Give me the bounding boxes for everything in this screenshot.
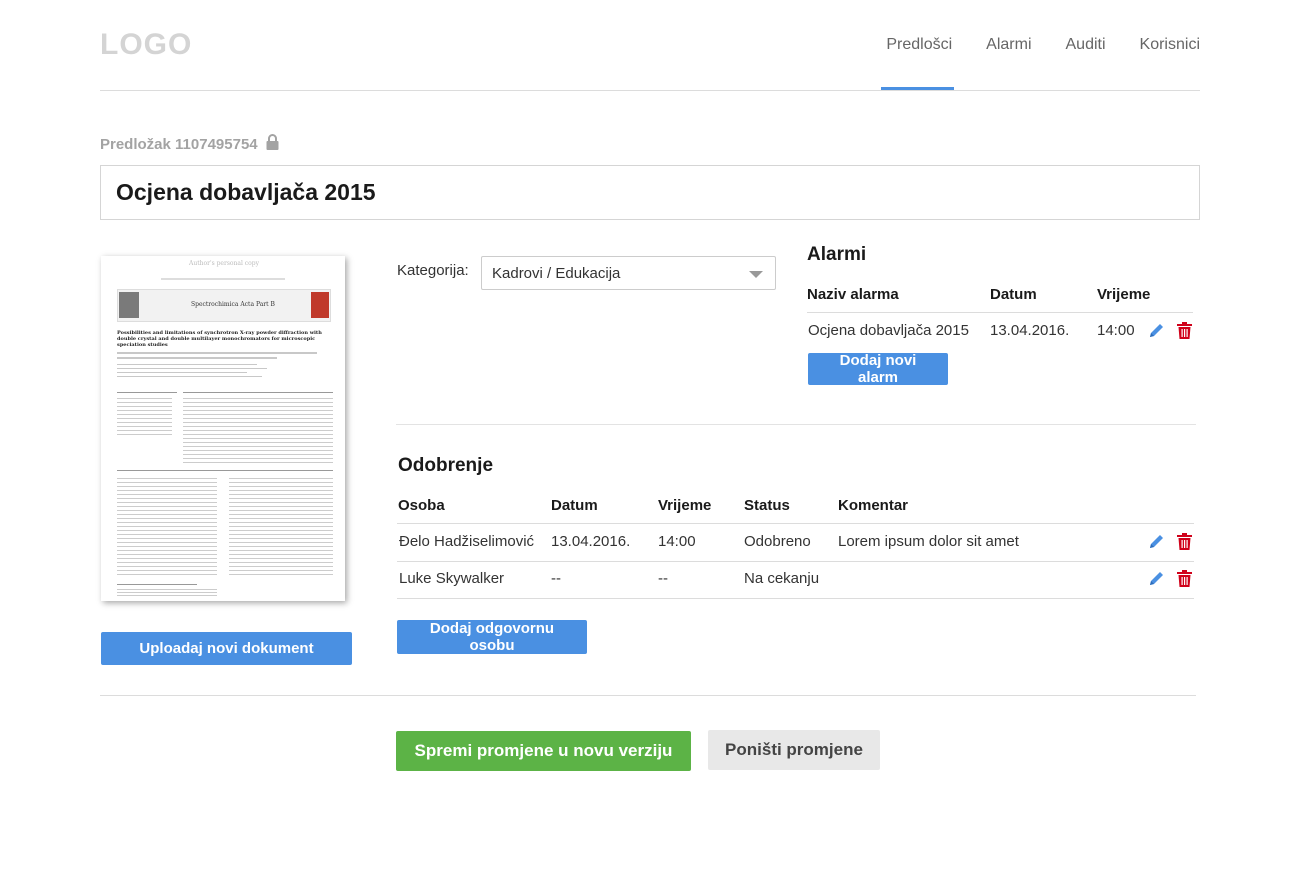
chevron-down-icon bbox=[749, 271, 763, 278]
template-id-label: Predložak 1107495754 bbox=[100, 135, 258, 153]
save-new-version-button[interactable]: Spremi promjene u novu verziju bbox=[396, 731, 691, 771]
approval-status: Na cekanju bbox=[744, 570, 820, 587]
nav-korisnici[interactable]: Korisnici bbox=[1140, 36, 1200, 54]
template-title-input[interactable]: Ocjena dobavljača 2015 bbox=[100, 165, 1200, 220]
add-alarm-button[interactable]: Dodaj novi alarm bbox=[808, 352, 948, 386]
row-divider bbox=[397, 561, 1194, 562]
footer-divider bbox=[100, 695, 1196, 696]
doc-line bbox=[117, 364, 257, 365]
header-divider bbox=[100, 90, 1200, 91]
approval-date: -- bbox=[551, 570, 561, 587]
row-divider bbox=[397, 598, 1194, 599]
doc-line bbox=[117, 584, 197, 585]
alarms-col-time: Vrijeme bbox=[1097, 286, 1151, 303]
approval-header-rule bbox=[397, 523, 1194, 524]
doc-line bbox=[117, 376, 262, 377]
nav-predlosci[interactable]: Predlošci bbox=[886, 36, 952, 54]
alarms-col-date: Datum bbox=[990, 286, 1037, 303]
doc-line bbox=[117, 368, 267, 369]
document-article-title: Possibilities and limitations of synchro… bbox=[117, 330, 322, 348]
pencil-icon[interactable] bbox=[1148, 322, 1165, 344]
document-preview[interactable]: Author's personal copy Spectrochimica Ac… bbox=[101, 256, 345, 601]
doc-text-block bbox=[117, 589, 217, 597]
doc-line bbox=[161, 278, 285, 280]
doc-cover-thumb bbox=[311, 292, 329, 318]
approval-col-time: Vrijeme bbox=[658, 497, 712, 514]
doc-text-block bbox=[117, 478, 217, 578]
pencil-icon[interactable] bbox=[1148, 533, 1165, 555]
doc-text-block bbox=[117, 398, 172, 436]
document-journal: Spectrochimica Acta Part B bbox=[191, 301, 275, 308]
approval-status: Odobreno bbox=[744, 533, 811, 550]
trash-icon[interactable] bbox=[1177, 570, 1192, 592]
doc-text-block bbox=[229, 478, 333, 578]
trash-icon[interactable] bbox=[1177, 322, 1192, 344]
approval-person: Đelo Hadžiselimović bbox=[399, 533, 535, 550]
document-header-note: Author's personal copy bbox=[189, 260, 260, 267]
doc-text-block bbox=[183, 398, 333, 464]
add-responsible-person-button[interactable]: Dodaj odgovornu osobu bbox=[397, 620, 587, 654]
approval-date: 13.04.2016. bbox=[551, 533, 631, 550]
doc-publisher-logo bbox=[119, 292, 139, 318]
doc-line bbox=[183, 392, 333, 393]
section-divider bbox=[396, 424, 1196, 425]
category-label: Kategorija: bbox=[397, 262, 469, 279]
approval-person: Luke Skywalker bbox=[399, 570, 505, 587]
alarm-name: Ocjena dobavljača 2015 bbox=[808, 322, 969, 339]
approval-comment: Lorem ipsum dolor sit amet bbox=[838, 533, 1019, 550]
pencil-icon[interactable] bbox=[1148, 570, 1165, 592]
trash-icon[interactable] bbox=[1177, 533, 1192, 555]
approval-time: -- bbox=[658, 570, 668, 587]
category-select[interactable]: Kadrovi / Edukacija bbox=[481, 256, 776, 290]
doc-line bbox=[117, 372, 247, 373]
approval-col-person: Osoba bbox=[398, 497, 445, 514]
approval-col-comment: Komentar bbox=[838, 497, 909, 514]
upload-document-button[interactable]: Uploadaj novi dokument bbox=[101, 632, 352, 665]
cancel-changes-button[interactable]: Poništi promjene bbox=[708, 730, 880, 770]
approval-col-status: Status bbox=[744, 497, 790, 514]
approval-col-date: Datum bbox=[551, 497, 598, 514]
nav-alarmi[interactable]: Alarmi bbox=[986, 36, 1031, 54]
alarm-time: 14:00 bbox=[1097, 322, 1135, 339]
alarms-title: Alarmi bbox=[807, 244, 867, 265]
doc-line bbox=[117, 392, 177, 393]
category-value: Kadrovi / Edukacija bbox=[492, 264, 621, 282]
doc-line bbox=[117, 352, 317, 354]
lock-icon bbox=[266, 134, 279, 154]
alarms-col-name: Naziv alarma bbox=[807, 286, 899, 303]
alarm-date: 13.04.2016. bbox=[990, 322, 1070, 339]
logo[interactable]: LOGO bbox=[100, 28, 192, 62]
approval-title: Odobrenje bbox=[398, 455, 494, 476]
approval-time: 14:00 bbox=[658, 533, 696, 550]
template-id: Predložak 1107495754 bbox=[100, 134, 279, 154]
main-nav: Predlošci Alarmi Auditi Korisnici bbox=[852, 36, 1200, 54]
doc-line bbox=[117, 470, 333, 471]
doc-line bbox=[117, 357, 277, 359]
alarms-header-rule bbox=[807, 312, 1193, 313]
nav-auditi[interactable]: Auditi bbox=[1066, 36, 1106, 54]
